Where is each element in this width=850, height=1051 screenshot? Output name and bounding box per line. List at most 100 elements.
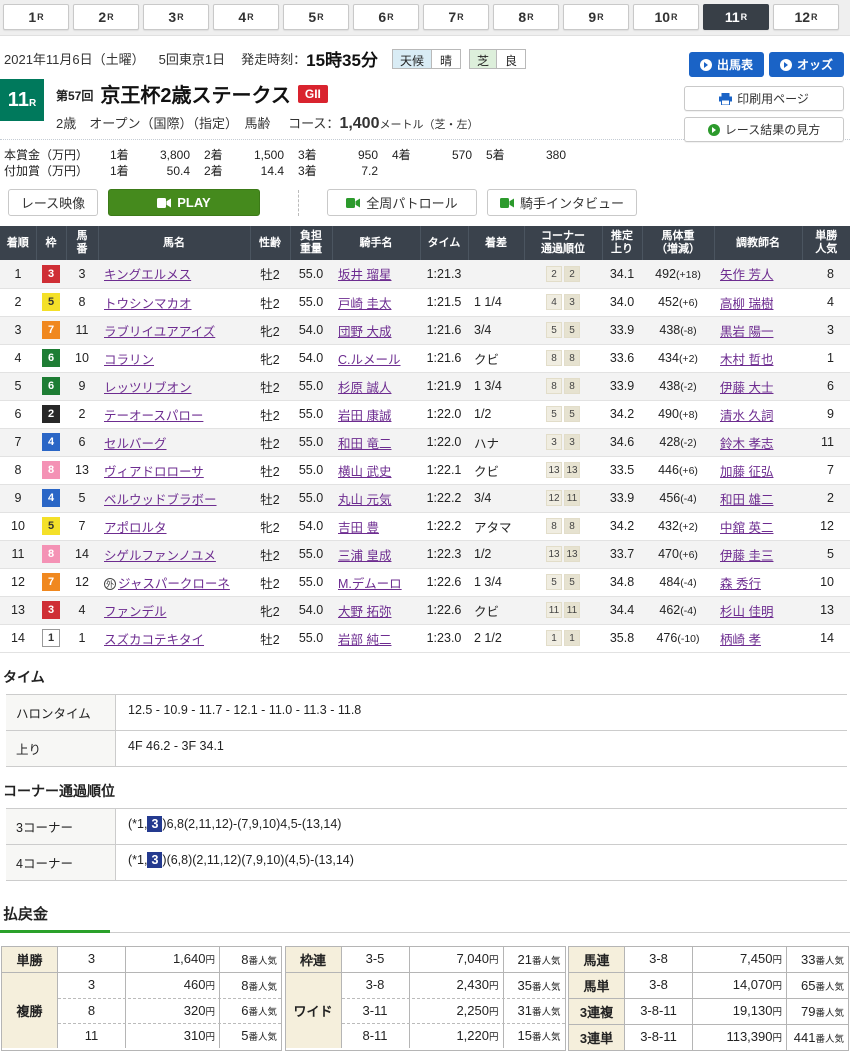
trainer-cell: 森 秀行 <box>714 568 802 596</box>
jockey-link[interactable]: 杉原 誠人 <box>338 381 391 395</box>
jockey-link[interactable]: 岩部 純二 <box>338 633 391 647</box>
patrol-video-button[interactable]: 全周パトロール <box>327 189 477 216</box>
entry-table-button[interactable]: 出馬表 <box>689 52 764 77</box>
payout-group: ワイド 3-8 2,430円 35番人気 3-11 2 <box>286 972 565 1048</box>
race-tab[interactable]: 8 R <box>493 4 559 30</box>
weight-carried: 55.0 <box>290 624 332 652</box>
corner3-position: 5 <box>546 406 562 422</box>
race-tab[interactable]: 11 R <box>703 4 769 30</box>
jockey-link[interactable]: 団野 大成 <box>338 325 391 339</box>
trainer-link[interactable]: 中舘 英二 <box>720 521 773 535</box>
trainer-link[interactable]: 矢作 芳人 <box>720 268 773 282</box>
jockey-link[interactable]: 横山 武史 <box>338 465 391 479</box>
odds-button[interactable]: オッズ <box>769 52 844 77</box>
trainer-link[interactable]: 柄崎 孝 <box>720 633 761 647</box>
jockey-link[interactable]: 戸崎 圭太 <box>338 297 391 311</box>
horse-name-link[interactable]: ファンデル <box>104 605 167 619</box>
time-row: ハロンタイム 12.5 - 10.9 - 11.7 - 12.1 - 11.0 … <box>6 695 847 731</box>
jockey-link[interactable]: 大野 拓弥 <box>338 605 391 619</box>
finish-time: 1:21.3 <box>420 260 468 288</box>
trainer-link[interactable]: 高柳 瑞樹 <box>720 297 773 311</box>
prize-amount: 950 <box>332 147 378 163</box>
race-tab-number: 3 <box>168 9 176 25</box>
horse-name-link[interactable]: セルバーグ <box>104 437 167 451</box>
margin: アタマ <box>468 512 524 540</box>
horse-name-cell: セルバーグ <box>98 428 250 456</box>
trainer-cell: 中舘 英二 <box>714 512 802 540</box>
bet-type-label: 3連複 <box>569 999 625 1024</box>
race-tab[interactable]: 5 R <box>283 4 349 30</box>
corner4-position: 3 <box>564 294 580 310</box>
trainer-link[interactable]: 加藤 征弘 <box>720 465 773 479</box>
trainer-link[interactable]: 黒岩 陽一 <box>720 325 773 339</box>
finish-position: 9 <box>0 484 36 512</box>
jockey-link[interactable]: 三浦 皇成 <box>338 549 391 563</box>
jockey-cell: 団野 大成 <box>332 316 420 344</box>
jockey-link[interactable]: C.ルメール <box>338 353 401 367</box>
race-tab[interactable]: 6 R <box>353 4 419 30</box>
trainer-link[interactable]: 木村 哲也 <box>720 353 773 367</box>
horse-name-link[interactable]: シゲルファンノユメ <box>104 549 216 563</box>
jockey-link[interactable]: 和田 竜二 <box>338 437 391 451</box>
trainer-link[interactable]: 伊藤 大士 <box>720 381 773 395</box>
win-favorite-rank: 9 <box>802 400 850 428</box>
payout-group: 馬連 3-8 7,450円 33番人気 <box>569 947 848 972</box>
horse-name-link[interactable]: コラリン <box>104 353 154 367</box>
frame-cell: 8 <box>36 456 66 484</box>
trainer-link[interactable]: 清水 久詞 <box>720 409 773 423</box>
race-tab[interactable]: 4 R <box>213 4 279 30</box>
race-tab[interactable]: 1 R <box>3 4 69 30</box>
horse-name-link[interactable]: ベルウッドブラボー <box>104 493 217 507</box>
horse-name-link[interactable]: レッツリブオン <box>104 381 192 395</box>
horse-name-link[interactable]: テーオースパロー <box>104 409 203 423</box>
trainer-link[interactable]: 和田 雄二 <box>720 493 773 507</box>
prize-place: 5着 <box>486 147 520 163</box>
corner4-position: 8 <box>564 350 580 366</box>
race-number-suffix: R <box>29 98 36 109</box>
jockey-link[interactable]: 岩田 康誠 <box>338 409 391 423</box>
bet-type-label: ワイド <box>286 973 342 1048</box>
race-tab[interactable]: 9 R <box>563 4 629 30</box>
jockey-interview-button[interactable]: 騎手インタビュー <box>487 189 637 216</box>
race-video-button[interactable]: レース映像 <box>8 189 98 216</box>
odds-label: オッズ <box>797 56 833 73</box>
prize-amount: 14.4 <box>238 163 284 179</box>
jockey-link[interactable]: M.デムーロ <box>338 577 402 591</box>
trainer-link[interactable]: 鈴木 孝志 <box>720 437 773 451</box>
prize-row: 付加賞（万円） 1着 50.4 2着 14.4 3着 7.2 <box>4 163 850 179</box>
weight-carried: 55.0 <box>290 428 332 456</box>
race-tab[interactable]: 7 R <box>423 4 489 30</box>
prize-pair: 2着 1,500 <box>190 147 284 163</box>
payout-fav-rank: 441 <box>794 1030 816 1045</box>
time-row: 上り 4F 46.2 - 3F 34.1 <box>6 731 847 767</box>
print-page-button[interactable]: 印刷用ページ <box>684 86 844 111</box>
weight-carried: 55.0 <box>290 540 332 568</box>
prize-pair: 3着 7.2 <box>284 163 378 179</box>
jockey-link[interactable]: 丸山 元気 <box>338 493 391 507</box>
prize-pair: 1着 50.4 <box>96 163 190 179</box>
trainer-link[interactable]: 伊藤 圭三 <box>720 549 773 563</box>
corner-order-post: )6,8(2,11,12)-(7,9,10)4,5-(13,14) <box>162 817 341 831</box>
horse-name-link[interactable]: スズカコテキタイ <box>104 633 204 647</box>
horse-name-link[interactable]: トウシンマカオ <box>104 297 192 311</box>
results-guide-button[interactable]: レース結果の見方 <box>684 117 844 142</box>
horse-name-link[interactable]: キングエルメス <box>104 268 191 282</box>
race-tab[interactable]: 2 R <box>73 4 139 30</box>
race-tab[interactable]: 10 R <box>633 4 699 30</box>
jockey-link[interactable]: 吉田 豊 <box>338 521 379 535</box>
horse-name-link[interactable]: アポロルタ <box>104 521 167 535</box>
race-tab[interactable]: 12 R <box>773 4 839 30</box>
payout-fav-rank: 6 <box>241 1003 248 1018</box>
jockey-link[interactable]: 坂井 瑠星 <box>338 268 391 282</box>
finish-position: 14 <box>0 624 36 652</box>
trainer-link[interactable]: 森 秀行 <box>720 577 761 591</box>
play-button[interactable]: PLAY <box>108 189 260 216</box>
horse-name-link[interactable]: ヴィアドロローサ <box>104 465 204 479</box>
horse-name-link[interactable]: ラブリイユアアイズ <box>104 325 215 339</box>
horse-name-link[interactable]: ジャスパークローネ <box>118 577 230 591</box>
trainer-link[interactable]: 杉山 佳明 <box>720 605 773 619</box>
corner4-position: 2 <box>564 266 580 282</box>
bet-type-label: 馬単 <box>569 973 625 998</box>
race-tab[interactable]: 3 R <box>143 4 209 30</box>
fav-suffix: 番人気 <box>815 1008 844 1019</box>
